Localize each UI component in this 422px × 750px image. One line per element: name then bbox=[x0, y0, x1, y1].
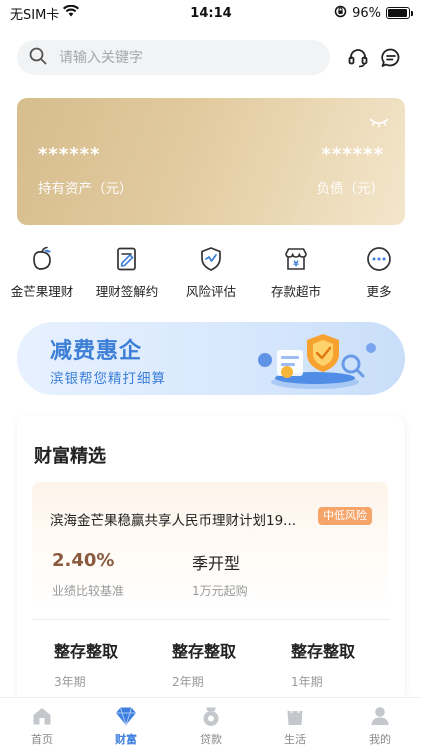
quick-menu-item-risk[interactable]: 风险评估 bbox=[185, 244, 237, 300]
tab-home[interactable]: 首页 bbox=[17, 704, 67, 747]
search-box[interactable] bbox=[17, 40, 330, 75]
product-type: 季开型 bbox=[192, 554, 241, 573]
tab-mine[interactable]: 我的 bbox=[355, 704, 405, 747]
asset-card[interactable]: ****** 持有资产（元） ****** 负债（元） bbox=[17, 98, 405, 225]
debt-block[interactable]: ****** 负债（元） bbox=[317, 144, 385, 197]
product-card[interactable]: 滨海金芒果稳赢共享人民币理财计划19... 中低风险 2.40% 业绩比较基准 … bbox=[32, 482, 388, 610]
quick-menu-label: 理财签解约 bbox=[95, 284, 159, 299]
product-rate-label: 业绩比较基准 bbox=[52, 584, 125, 598]
quick-menu-label: 风险评估 bbox=[185, 284, 236, 299]
status-right: 96% bbox=[334, 5, 413, 22]
sign-document-icon bbox=[112, 244, 142, 274]
battery-icon bbox=[386, 7, 413, 19]
deposit-item-3y[interactable]: 整存整取 3年期 bbox=[54, 638, 118, 690]
search-icon bbox=[29, 47, 47, 69]
deposit-term: 3年期 bbox=[54, 675, 86, 689]
risk-badge: 中低风险 bbox=[318, 507, 372, 525]
deposit-term: 2年期 bbox=[172, 675, 204, 689]
holdings-label: 持有资产（元） bbox=[38, 181, 133, 197]
quick-menu-label: 存款超市 bbox=[270, 284, 321, 299]
search-row bbox=[17, 40, 405, 75]
quick-menu-item-more[interactable]: 更多 bbox=[354, 244, 404, 300]
deposit-item-2y[interactable]: 整存整取 2年期 bbox=[172, 638, 236, 690]
quick-menu-label: 更多 bbox=[366, 284, 392, 299]
banner-illustration bbox=[253, 326, 383, 395]
deposit-name: 整存整取 bbox=[172, 642, 237, 661]
promo-banner[interactable]: 减费惠企 滨银帮您精打细算 bbox=[17, 322, 405, 395]
status-left: 无SIM卡 bbox=[10, 4, 80, 23]
banner-subtitle: 滨银帮您精打细算 bbox=[50, 371, 166, 387]
battery-level bbox=[388, 9, 408, 17]
home-icon bbox=[30, 704, 54, 728]
status-bar: 无SIM卡 14:14 96% bbox=[0, 0, 422, 26]
diamond-icon bbox=[114, 704, 138, 728]
product-min-purchase: 1万元起购 bbox=[192, 584, 248, 598]
mango-icon bbox=[27, 244, 57, 274]
quick-menu-item-deposit-market[interactable]: ¥ 存款超市 bbox=[270, 244, 322, 300]
deposit-name: 整存整取 bbox=[291, 642, 356, 661]
quick-menu-label: 金芒果理财 bbox=[10, 284, 74, 299]
tab-label: 贷款 bbox=[200, 733, 222, 746]
deposit-term: 1年期 bbox=[291, 675, 323, 689]
message-icon[interactable] bbox=[378, 43, 406, 73]
tab-label: 财富 bbox=[115, 733, 137, 746]
holdings-block[interactable]: ****** 持有资产（元） bbox=[38, 144, 133, 197]
deposit-item-1y[interactable]: 整存整取 1年期 bbox=[291, 638, 355, 690]
search-input[interactable] bbox=[59, 49, 279, 66]
shield-check-icon bbox=[196, 244, 226, 274]
orientation-lock-icon bbox=[334, 5, 347, 22]
tab-label: 生活 bbox=[284, 733, 306, 746]
battery-percent: 96% bbox=[352, 5, 381, 21]
user-icon bbox=[368, 704, 392, 728]
tab-wealth[interactable]: 财富 bbox=[101, 704, 151, 747]
banner-title: 减费惠企 bbox=[50, 339, 143, 364]
tab-label: 首页 bbox=[31, 733, 53, 746]
more-icon bbox=[364, 244, 394, 274]
debt-label: 负债（元） bbox=[316, 181, 385, 197]
deposit-name: 整存整取 bbox=[54, 642, 119, 661]
product-name: 滨海金芒果稳赢共享人民币理财计划19... bbox=[50, 513, 297, 529]
quick-menu-item-mango[interactable]: 金芒果理财 bbox=[10, 244, 74, 300]
divider bbox=[32, 619, 390, 620]
eye-closed-icon[interactable] bbox=[369, 114, 389, 133]
holdings-value: ****** bbox=[38, 144, 101, 165]
wifi-icon bbox=[63, 4, 80, 21]
debt-value: ****** bbox=[321, 144, 384, 165]
quick-menu-item-sign[interactable]: 理财签解约 bbox=[96, 244, 158, 300]
loan-icon bbox=[199, 704, 223, 728]
tab-loan[interactable]: 贷款 bbox=[186, 704, 236, 747]
quick-menu: 金芒果理财 理财签解约 风险评估 ¥ 存款超市 更多 bbox=[0, 244, 422, 300]
tab-label: 我的 bbox=[369, 733, 391, 746]
customer-service-icon[interactable] bbox=[344, 43, 372, 73]
carrier-text: 无SIM卡 bbox=[10, 7, 60, 23]
tab-bar: 首页 财富 贷款 生活 我的 bbox=[0, 697, 422, 750]
svg-text:¥: ¥ bbox=[293, 260, 299, 269]
product-rate: 2.40% bbox=[52, 550, 115, 571]
wealth-title: 财富精选 bbox=[34, 446, 106, 467]
bag-icon bbox=[283, 704, 307, 728]
tab-life[interactable]: 生活 bbox=[270, 704, 320, 747]
shop-icon: ¥ bbox=[281, 244, 311, 274]
wealth-section: 财富精选 滨海金芒果稳赢共享人民币理财计划19... 中低风险 2.40% 业绩… bbox=[17, 416, 405, 706]
